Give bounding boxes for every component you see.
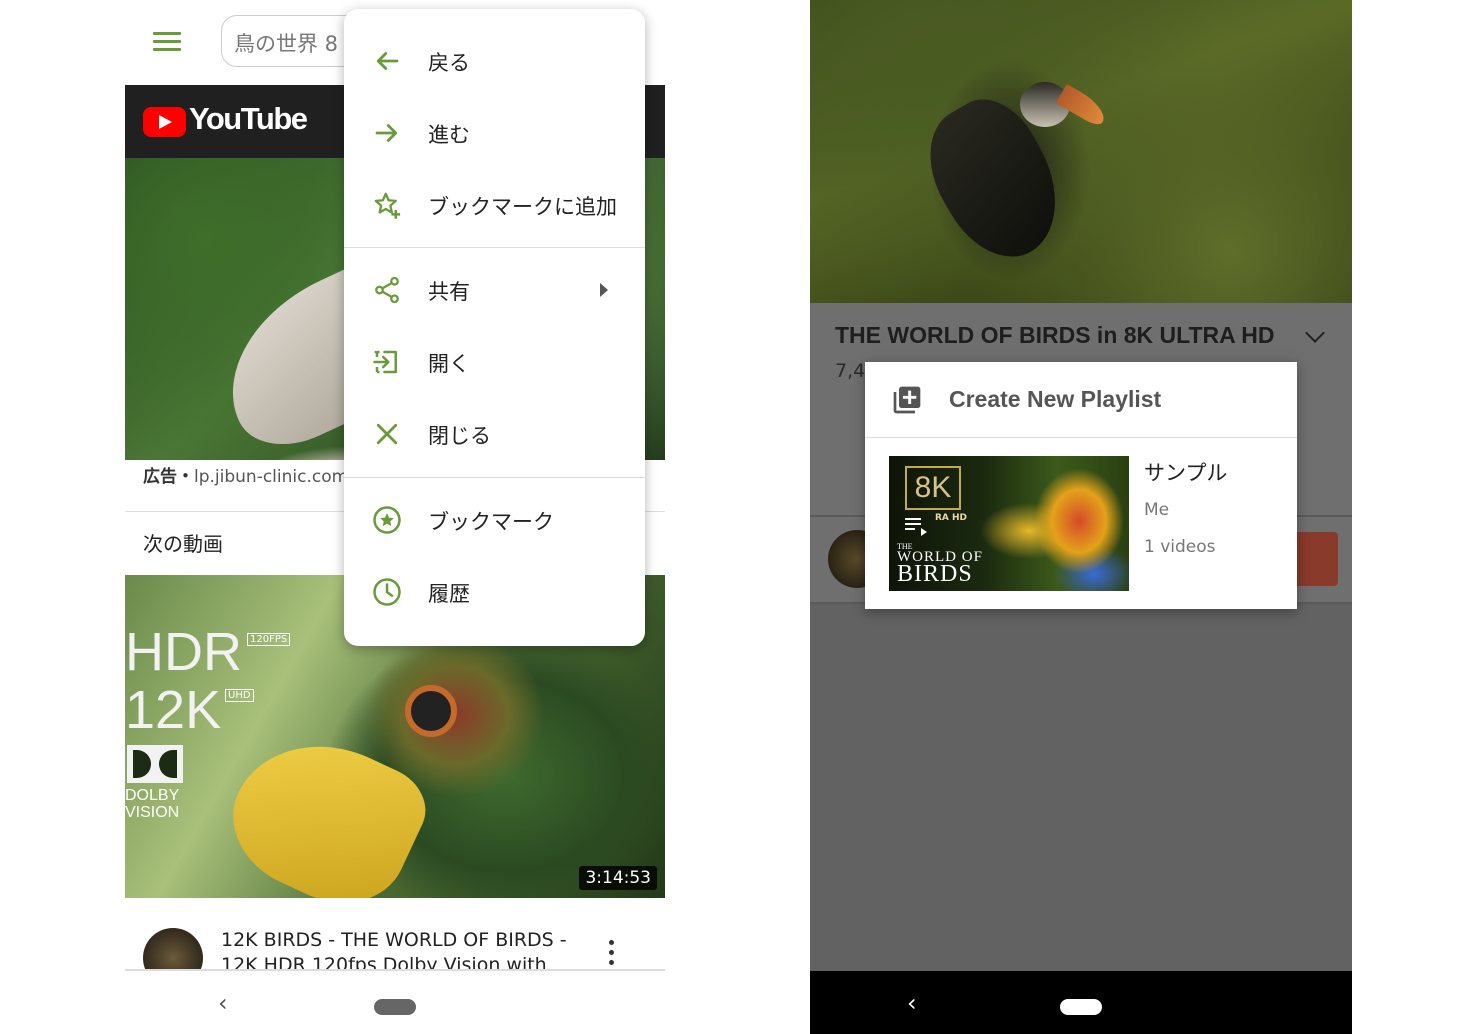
nav-back-icon[interactable]: ‹: [218, 989, 228, 1017]
system-nav-bar: ‹: [125, 971, 665, 1034]
system-nav-bar: ‹: [810, 971, 1352, 1034]
menu-item-forward[interactable]: 進む: [344, 103, 645, 163]
playlist-add-icon: [893, 386, 921, 414]
nav-home-pill[interactable]: [1060, 999, 1102, 1015]
thumb-hd-text: RA HD: [935, 513, 968, 523]
search-text: 鳥の世界 8: [234, 32, 339, 56]
next-videos-heading: 次の動画: [143, 532, 223, 556]
arrow-back-icon: [376, 52, 399, 70]
thumb-uhd-badge: UHD: [225, 689, 254, 702]
view-count: 7,4: [835, 360, 866, 382]
youtube-logo-icon[interactable]: [143, 107, 186, 137]
thumb-8k-badge: 8K: [905, 466, 961, 510]
menu-item-share[interactable]: 共有: [344, 260, 645, 320]
menu-item-label: 共有: [428, 280, 470, 304]
star-circle-icon: [373, 506, 401, 534]
menu-item-close[interactable]: 閉じる: [344, 404, 645, 464]
close-icon: [376, 423, 398, 445]
thumb-12k-text: 12K: [125, 680, 222, 740]
submenu-arrow-icon: [600, 283, 608, 297]
dolby-logo-icon: [127, 745, 183, 783]
video-title: THE WORLD OF BIRDS in 8K ULTRA HD: [835, 322, 1275, 348]
playlist-name: サンプル: [1144, 461, 1228, 485]
create-playlist-label: Create New Playlist: [949, 386, 1162, 412]
menu-divider: [344, 247, 645, 248]
menu-item-add-bookmark[interactable]: ブックマークに追加: [344, 175, 645, 235]
menu-icon[interactable]: [153, 30, 183, 54]
nav-back-icon[interactable]: ‹: [907, 989, 917, 1017]
context-menu: 戻る 進む ブックマークに追加 共有 開く 閉じる ブックマーク 履歴: [344, 9, 645, 646]
thumb-dolby-text: DOLBY VISION: [125, 787, 180, 821]
playlist-video-count: 1 videos: [1144, 537, 1216, 557]
menu-item-bookmarks[interactable]: ブックマーク: [344, 490, 645, 550]
ad-label: 広告・: [143, 467, 194, 487]
video-player[interactable]: [810, 0, 1352, 303]
thumb-hdr-text: HDR: [125, 622, 242, 682]
menu-item-open[interactable]: 開く: [344, 332, 645, 392]
menu-item-label: 戻る: [428, 51, 470, 75]
open-in-icon: [373, 350, 397, 374]
playlist-thumbnail: 8K RA HD THE WORLD OF BIRDS: [889, 456, 1129, 591]
video-title[interactable]: 12K BIRDS - THE WORLD OF BIRDS - 12K HDR…: [221, 928, 581, 970]
menu-item-label: 開く: [428, 352, 470, 376]
ad-caption[interactable]: 広告・lp.jibun-clinic.com: [143, 462, 348, 487]
playlist-owner: Me: [1144, 500, 1170, 520]
playlist-queue-icon: [905, 516, 927, 536]
menu-item-label: ブックマーク: [428, 510, 554, 534]
add-to-playlist-dialog: Create New Playlist 8K RA HD THE WORLD O…: [865, 362, 1297, 609]
menu-divider: [344, 477, 645, 478]
nav-home-pill[interactable]: [374, 999, 416, 1015]
star-add-icon: [374, 192, 401, 219]
ad-url: lp.jibun-clinic.com: [194, 467, 349, 487]
more-options-icon[interactable]: [607, 938, 615, 968]
menu-item-label: 履歴: [428, 582, 470, 606]
video-duration-badge: 3:14:53: [579, 866, 657, 890]
menu-item-back[interactable]: 戻る: [344, 31, 645, 91]
thumb-birds-text: BIRDS: [897, 561, 973, 587]
playlist-item[interactable]: 8K RA HD THE WORLD OF BIRDS サンプル Me 1 vi…: [865, 438, 1297, 609]
menu-item-label: 閉じる: [428, 424, 491, 448]
share-icon: [375, 276, 399, 304]
youtube-logo-text: YouTube: [189, 101, 308, 136]
menu-item-history[interactable]: 履歴: [344, 562, 645, 622]
menu-item-label: 進む: [428, 123, 470, 147]
arrow-forward-icon: [375, 124, 398, 142]
thumb-fps-badge: 120FPS: [247, 633, 291, 646]
create-playlist-button[interactable]: Create New Playlist: [865, 362, 1297, 437]
menu-item-label: ブックマークに追加: [428, 195, 617, 219]
clock-icon: [373, 578, 401, 606]
